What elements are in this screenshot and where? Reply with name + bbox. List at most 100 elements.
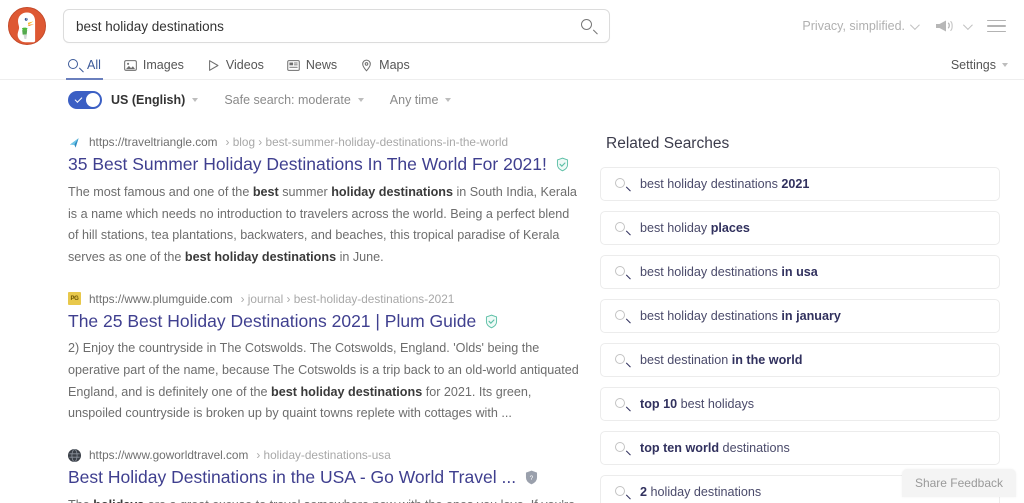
chevron-down-icon: [445, 98, 452, 102]
verified-shield-icon: [555, 157, 570, 172]
privacy-simplified-dropdown[interactable]: Privacy, simplified.: [802, 19, 920, 33]
search-icon: [615, 397, 630, 412]
tab-news[interactable]: News: [287, 58, 337, 79]
search-vertical-tabs: All Images Videos News Maps Settings: [0, 52, 1024, 80]
safe-search-label: Safe search: moderate: [224, 93, 351, 107]
duck-logo-svg: [9, 8, 45, 44]
related-searches-list: best holiday destinations 2021 best holid…: [600, 167, 1000, 503]
duckduckgo-duck-logo[interactable]: [8, 7, 46, 45]
privacy-simplified-label: Privacy, simplified.: [802, 19, 905, 33]
page-content: https://traveltriangle.com › blog › best…: [0, 119, 1024, 503]
result-breadcrumb: › holiday-destinations-usa: [256, 448, 391, 462]
related-search-label: top ten world destinations: [640, 441, 790, 455]
search-icon: [615, 265, 630, 280]
related-search-item[interactable]: best holiday places: [600, 211, 1000, 245]
traveltriangle-favicon: [68, 136, 81, 149]
search-result: PG https://www.plumguide.com › journal ›…: [68, 292, 580, 426]
related-search-label: best holiday places: [640, 221, 750, 235]
plumguide-favicon: PG: [68, 292, 81, 305]
filter-bar: US (English) Safe search: moderate Any t…: [0, 80, 1024, 119]
result-title-text: 35 Best Summer Holiday Destinations In T…: [68, 154, 547, 174]
tab-images[interactable]: Images: [124, 58, 184, 79]
unknown-shield-icon: ?: [524, 470, 539, 485]
chevron-down-icon: [357, 98, 364, 102]
related-search-item[interactable]: best destination in the world: [600, 343, 1000, 377]
tab-videos-label: Videos: [225, 58, 264, 72]
result-domain: https://www.goworldtravel.com: [89, 448, 249, 462]
search-input[interactable]: [64, 10, 609, 42]
result-title-link[interactable]: Best Holiday Destinations in the USA - G…: [68, 467, 580, 489]
time-range-selector[interactable]: Any time: [390, 93, 452, 107]
result-snippet: 2) Enjoy the countryside in The Cotswold…: [68, 341, 579, 421]
region-toggle-switch[interactable]: [68, 91, 102, 109]
svg-text:?: ?: [530, 475, 534, 482]
related-search-item[interactable]: best holiday destinations in january: [600, 299, 1000, 333]
search-result: https://www.goworldtravel.com › holiday-…: [68, 448, 580, 503]
newspaper-icon: [287, 59, 300, 72]
related-search-label: best holiday destinations in usa: [640, 265, 818, 279]
search-icon: [615, 309, 630, 324]
megaphone-dropdown[interactable]: [934, 19, 973, 33]
region-toggle-group[interactable]: US (English): [68, 91, 199, 109]
result-url-row[interactable]: https://traveltriangle.com › blog › best…: [68, 135, 580, 149]
time-range-label: Any time: [389, 93, 439, 107]
search-icon: [615, 485, 630, 500]
search-results-list: https://traveltriangle.com › blog › best…: [0, 135, 600, 503]
result-title-text: The 25 Best Holiday Destinations 2021 | …: [68, 310, 477, 331]
result-breadcrumb: › journal › best-holiday-destinations-20…: [240, 291, 455, 306]
tab-all-label: All: [87, 58, 101, 72]
related-search-label: best destination in the world: [640, 353, 803, 367]
safe-search-selector[interactable]: Safe search: moderate: [224, 93, 364, 107]
result-breadcrumb: › blog › best-summer-holiday-destination…: [225, 135, 509, 149]
tab-maps-label: Maps: [379, 58, 410, 72]
search-icon: [68, 58, 83, 73]
related-search-item[interactable]: best holiday destinations in usa: [600, 255, 1000, 289]
region-selector[interactable]: US (English): [111, 93, 199, 107]
goworldtravel-favicon: [68, 448, 81, 462]
related-search-item[interactable]: best holiday destinations 2021: [600, 167, 1000, 201]
chevron-down-icon: [909, 19, 920, 30]
tab-images-label: Images: [142, 58, 184, 72]
share-feedback-label: Share Feedback: [914, 476, 1003, 490]
related-search-item[interactable]: top ten world destinations: [600, 431, 1000, 465]
result-title-link[interactable]: The 25 Best Holiday Destinations 2021 | …: [68, 311, 580, 333]
result-url-row[interactable]: https://www.goworldtravel.com › holiday-…: [68, 448, 580, 462]
result-snippet: The holidays are a great excuse to trave…: [68, 495, 580, 503]
verified-shield-icon: [484, 314, 499, 329]
chevron-down-icon: [962, 19, 973, 30]
play-icon: [207, 59, 220, 72]
result-url-row[interactable]: PG https://www.plumguide.com › journal ›…: [68, 292, 580, 306]
chevron-down-icon: [1002, 63, 1008, 67]
search-icon: [580, 18, 598, 35]
duckduckgo-serp-page: Privacy, simplified. All: [0, 0, 1024, 503]
result-domain: https://www.plumguide.com: [89, 291, 233, 306]
related-search-label: 2 holiday destinations: [640, 485, 762, 499]
settings-dropdown[interactable]: Settings: [951, 58, 1008, 79]
search-icon: [615, 177, 630, 192]
image-icon: [124, 59, 137, 72]
search-icon: [615, 221, 630, 236]
region-label: US (English): [111, 93, 186, 107]
related-search-item[interactable]: top 10 best holidays: [600, 387, 1000, 421]
result-domain: https://traveltriangle.com: [89, 135, 218, 149]
tab-videos[interactable]: Videos: [207, 58, 264, 79]
tab-news-label: News: [305, 58, 338, 72]
search-bar[interactable]: [63, 9, 610, 43]
related-search-label: top 10 best holidays: [640, 397, 755, 411]
check-icon: [74, 94, 83, 103]
map-pin-icon: [360, 59, 373, 72]
result-title-link[interactable]: 35 Best Summer Holiday Destinations In T…: [68, 154, 580, 176]
share-feedback-button[interactable]: Share Feedback: [901, 469, 1016, 497]
hamburger-menu-icon[interactable]: [987, 16, 1006, 37]
result-snippet: The most famous and one of the best summ…: [68, 184, 577, 264]
search-icon: [615, 353, 630, 368]
chevron-down-icon: [192, 98, 199, 102]
search-submit-button[interactable]: [577, 10, 599, 42]
result-title-text: Best Holiday Destinations in the USA - G…: [68, 467, 517, 487]
related-search-label: best holiday destinations in january: [640, 309, 841, 323]
page-header: Privacy, simplified.: [0, 0, 1024, 52]
tab-maps[interactable]: Maps: [360, 58, 410, 79]
tab-all[interactable]: All: [66, 58, 103, 80]
related-searches-heading: Related Searches: [606, 135, 730, 152]
search-result: https://traveltriangle.com › blog › best…: [68, 135, 580, 269]
